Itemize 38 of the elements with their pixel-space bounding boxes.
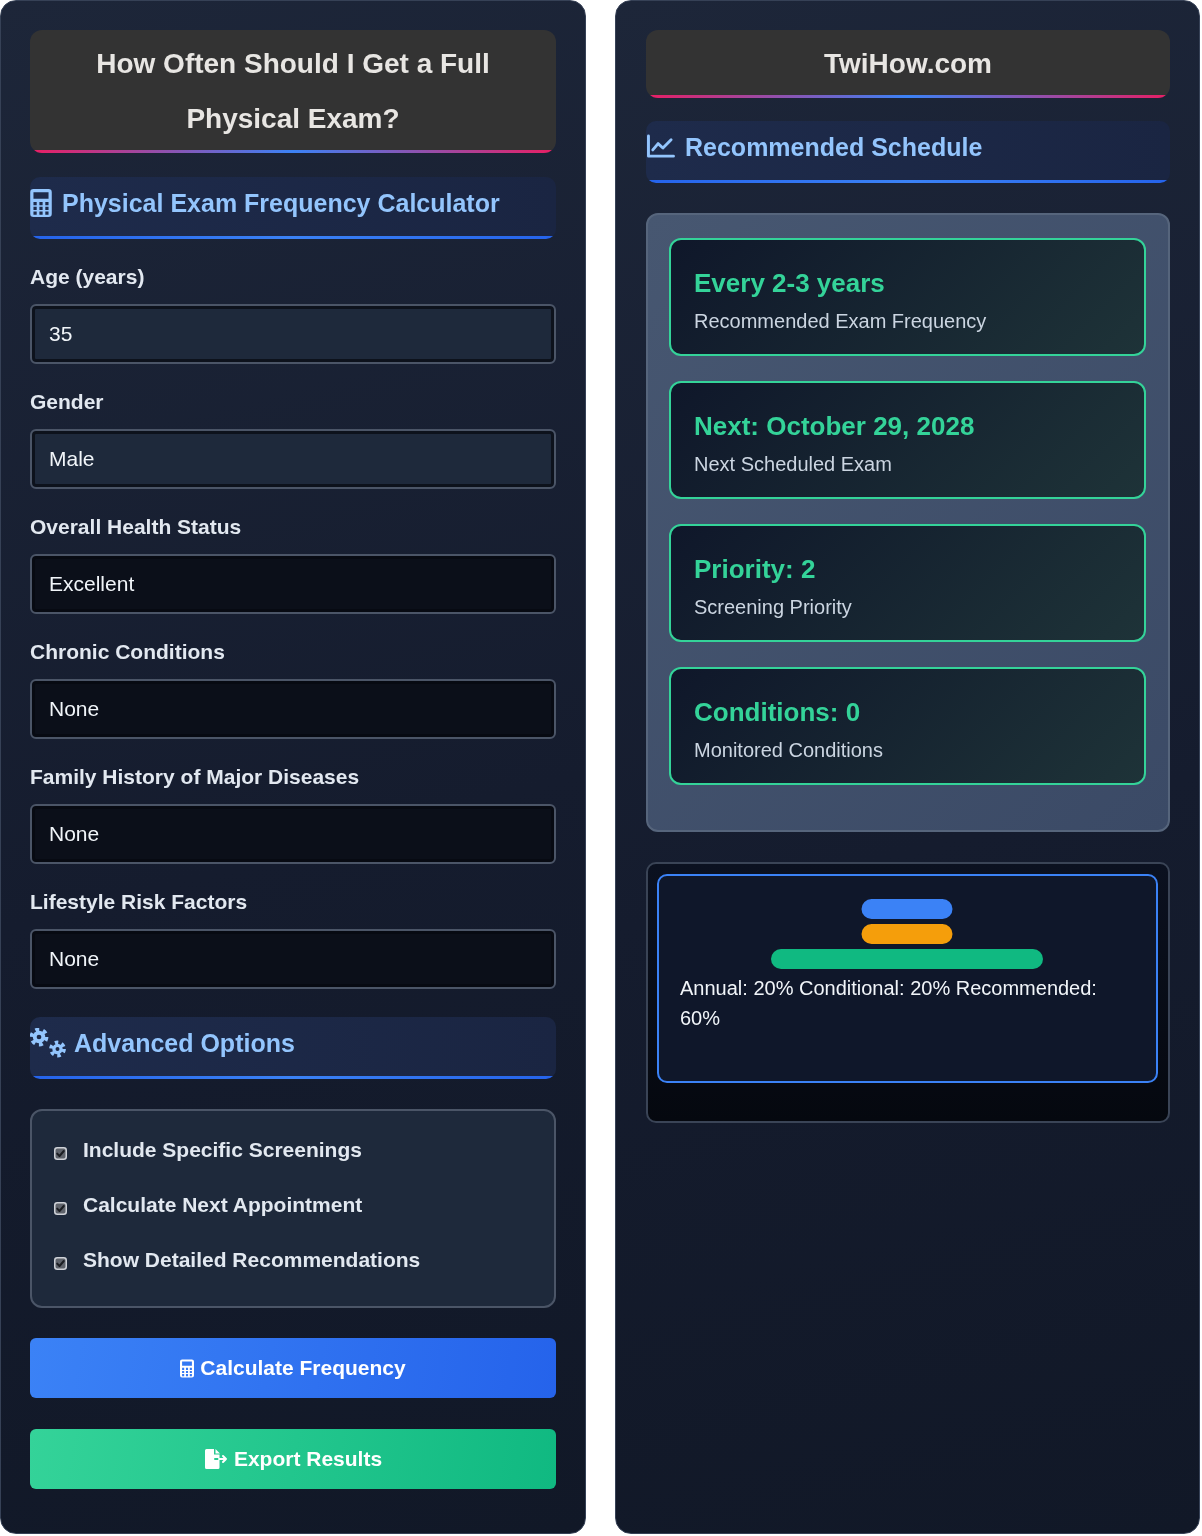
section-title: Physical Exam Frequency Calculator: [62, 188, 500, 218]
site-title: TwiHow.com: [646, 30, 1170, 98]
input-field[interactable]: None: [30, 679, 556, 739]
result-label: Recommended Exam Frequency: [694, 309, 988, 334]
page-title: How Often Should I Get a Full Physical Exam?: [30, 30, 556, 153]
field-label: Lifestyle Risk Factors: [30, 890, 249, 914]
checkbox[interactable]: [54, 1257, 67, 1270]
checkbox-label[interactable]: Include Specific Screenings: [83, 1138, 362, 1162]
calculator-icon: [30, 189, 52, 217]
field-label: Family History of Major Diseases: [30, 765, 361, 789]
calculate-button[interactable]: Calculate Frequency: [30, 1338, 556, 1398]
result-label: Next Scheduled Exam: [694, 452, 893, 477]
checkbox-label[interactable]: Show Detailed Recommendations: [83, 1248, 421, 1272]
line-chart-icon: [646, 134, 675, 160]
result-value: Next: October 29, 2028: [694, 410, 976, 443]
chart-caption: Annual: 20% Conditional: 20% Recommended: 60%: [680, 976, 1098, 1031]
result-value: Priority: 2: [694, 553, 817, 586]
field-label: Gender: [30, 390, 105, 414]
file-export-icon: [203, 1448, 228, 1470]
section-title: Recommended Schedule: [685, 132, 983, 162]
field-label: Chronic Conditions: [30, 640, 226, 664]
result-value: Conditions: 0: [694, 696, 862, 729]
checkbox[interactable]: [54, 1202, 67, 1215]
result-label: Screening Priority: [694, 595, 853, 620]
input-field[interactable]: 35: [30, 304, 556, 364]
field-label: Overall Health Status: [30, 515, 243, 539]
calculator-icon: [180, 1358, 195, 1378]
checkbox[interactable]: [54, 1147, 67, 1160]
checkbox-label[interactable]: Calculate Next Appointment: [83, 1193, 363, 1217]
input-field[interactable]: Excellent: [30, 554, 556, 614]
input-field[interactable]: Male: [30, 429, 556, 489]
section-title: Advanced Options: [74, 1028, 295, 1058]
result-label: Monitored Conditions: [694, 738, 884, 763]
field-label: Age (years): [30, 265, 146, 289]
result-value: Every 2-3 years: [694, 267, 886, 300]
gears-icon: [30, 1028, 66, 1058]
input-field[interactable]: None: [30, 804, 556, 864]
input-field[interactable]: None: [30, 929, 556, 989]
